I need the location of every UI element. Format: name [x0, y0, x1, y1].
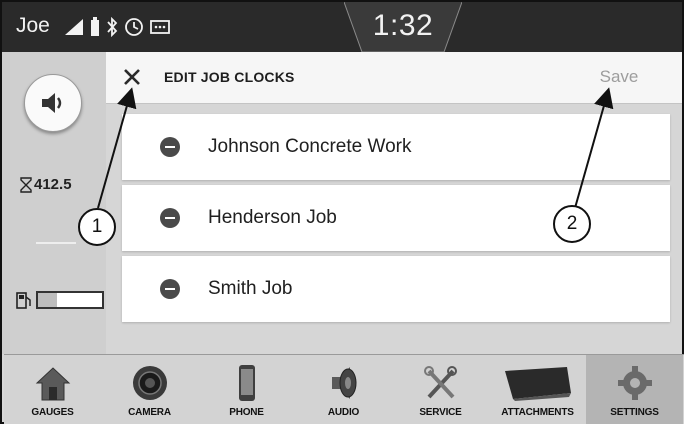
left-divider: [36, 242, 76, 244]
house-icon: [35, 367, 70, 401]
nav-service[interactable]: SERVICE: [392, 355, 489, 424]
remove-icon[interactable]: [160, 137, 180, 157]
edit-header: EDIT JOB CLOCKS Save: [106, 52, 682, 104]
job-row[interactable]: Johnson Concrete Work: [122, 114, 670, 180]
nav-gauges[interactable]: GAUGES: [4, 355, 101, 424]
save-button[interactable]: Save: [584, 67, 654, 87]
fuel-bar: [36, 291, 104, 309]
message-icon: [150, 20, 170, 34]
tools-icon: [423, 366, 457, 399]
speaker-icon: [331, 367, 356, 399]
callout-2: 2: [553, 205, 591, 243]
status-bar: Joe 1:32: [2, 2, 682, 52]
nav-label: AUDIO: [327, 407, 360, 418]
job-name: Johnson Concrete Work: [208, 136, 412, 157]
volume-button[interactable]: [24, 74, 82, 132]
nav-label: SETTINGS: [610, 407, 659, 418]
machine-hours-value: 412.5: [34, 176, 72, 193]
job-name: Henderson Job: [208, 207, 337, 228]
gear-icon: [617, 366, 652, 400]
remove-icon[interactable]: [160, 279, 180, 299]
battery-icon: [91, 17, 99, 36]
close-icon: [124, 69, 140, 85]
clock-time: 1:32: [372, 9, 434, 42]
nav-audio[interactable]: AUDIO: [295, 355, 392, 424]
fuel-gauge: [16, 291, 104, 309]
nav-camera[interactable]: CAMERA: [101, 355, 198, 424]
bucket-icon: [504, 367, 571, 401]
nav-label: GAUGES: [31, 407, 74, 418]
nav-label: ATTACHMENTS: [501, 407, 574, 418]
bottom-navigation: GAUGES CAMERA PHONE AUDIO SERVICE ATTACH…: [4, 354, 684, 424]
nav-settings[interactable]: SETTINGS: [586, 355, 683, 424]
hourglass-icon: [20, 176, 32, 193]
fuel-pump-icon: [16, 292, 31, 309]
nav-attachments[interactable]: ATTACHMENTS: [489, 355, 586, 424]
signal-icon: [65, 19, 83, 35]
page-title: EDIT JOB CLOCKS: [164, 69, 295, 85]
nav-label: SERVICE: [419, 407, 462, 418]
remove-icon[interactable]: [160, 208, 180, 228]
status-icons: [64, 14, 170, 40]
machine-hours: 412.5: [20, 176, 72, 193]
job-name: Smith Job: [208, 278, 293, 299]
close-button[interactable]: [120, 65, 144, 89]
callout-1: 1: [78, 208, 116, 246]
nav-label: PHONE: [229, 407, 264, 418]
phone-icon: [238, 365, 255, 401]
fuel-bar-fill: [38, 293, 58, 307]
gps-icon: [125, 18, 143, 36]
bluetooth-icon: [107, 17, 118, 37]
status-user-name: Joe: [16, 14, 50, 37]
main-content: EDIT JOB CLOCKS Save Johnson Concrete Wo…: [106, 52, 682, 354]
speaker-icon: [42, 93, 62, 113]
nav-phone[interactable]: PHONE: [198, 355, 295, 424]
camera-icon: [132, 366, 167, 400]
nav-label: CAMERA: [128, 407, 171, 418]
left-panel: 412.5: [2, 52, 106, 354]
clock-tab: 1:32: [344, 2, 462, 52]
job-row[interactable]: Smith Job: [122, 256, 670, 322]
